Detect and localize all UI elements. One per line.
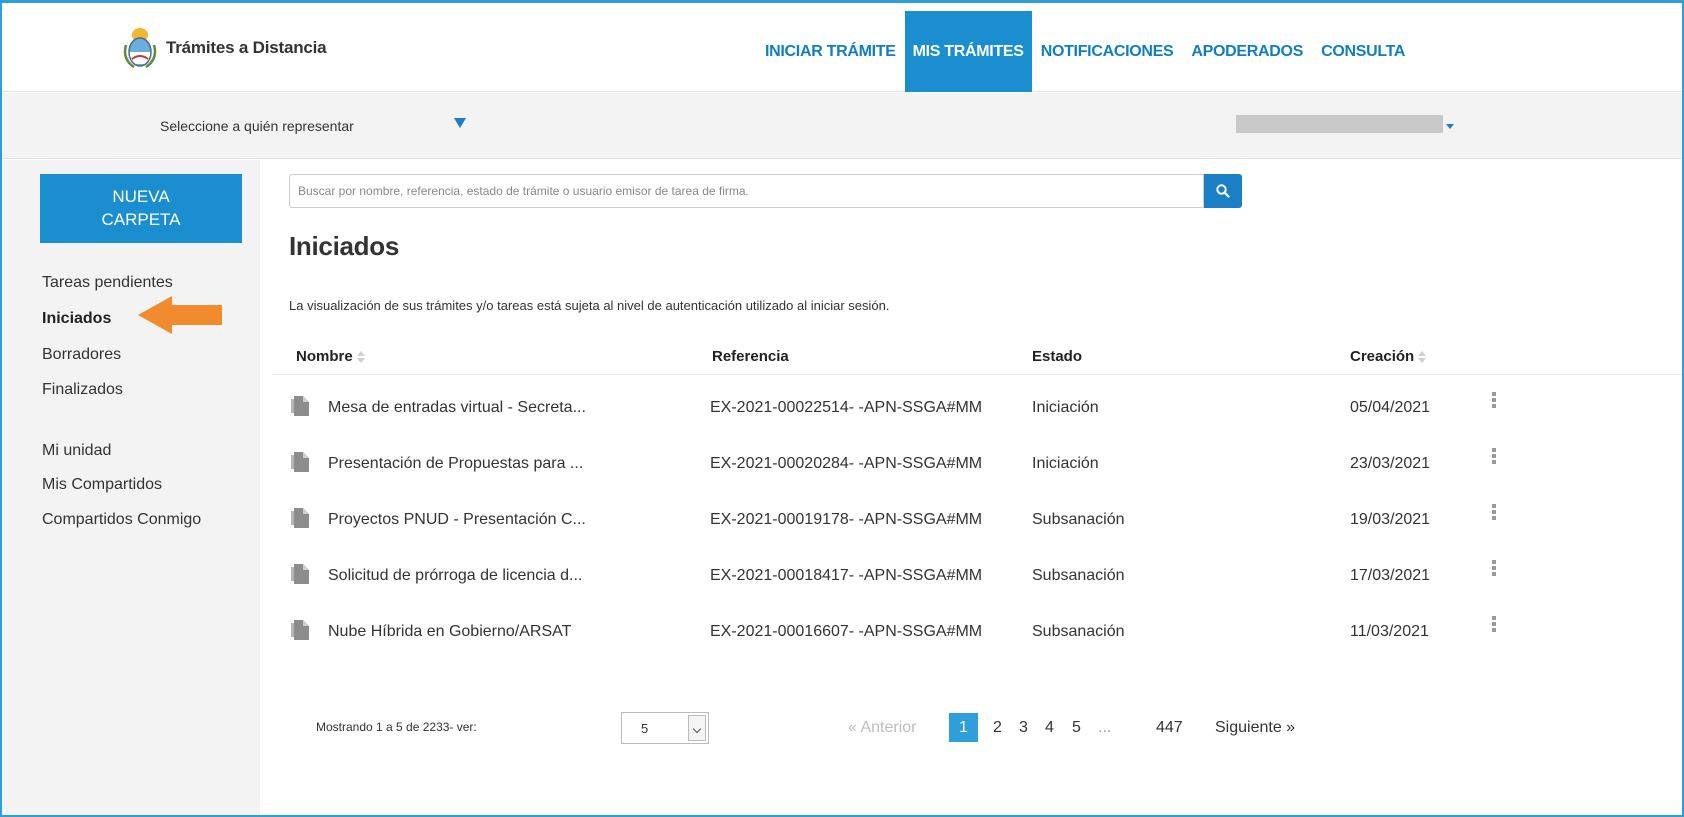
pagination-page-4[interactable]: 4 bbox=[1045, 719, 1054, 737]
pagination-page-5[interactable]: 5 bbox=[1072, 719, 1081, 737]
sidebar-item-finalizados[interactable]: Finalizados bbox=[42, 381, 123, 399]
nav-mis-tramites[interactable]: MIS TRÁMITES bbox=[904, 11, 1032, 92]
cell-referencia: EX-2021-00019178- -APN-SSGA#MM bbox=[710, 511, 983, 528]
pagination-page-2[interactable]: 2 bbox=[993, 719, 1002, 737]
nav-notificaciones[interactable]: NOTIFICACIONES bbox=[1032, 11, 1183, 92]
new-folder-button[interactable]: NUEVA CARPETA bbox=[40, 174, 242, 243]
column-header-referencia-label: Referencia bbox=[712, 348, 789, 365]
sidebar-item-iniciados[interactable]: Iniciados bbox=[42, 310, 111, 328]
search-input[interactable]: Buscar por nombre, referencia, estado de… bbox=[289, 174, 1204, 208]
sidebar-item-compartidos-conmigo[interactable]: Compartidos Conmigo bbox=[42, 511, 201, 529]
column-header-creacion[interactable]: Creación bbox=[1350, 348, 1427, 365]
row-menu-icon[interactable] bbox=[1489, 392, 1499, 412]
nav-consulta[interactable]: CONSULTA bbox=[1312, 11, 1414, 92]
row-menu-icon[interactable] bbox=[1489, 448, 1499, 468]
page-size-value: 5 bbox=[641, 721, 649, 736]
cell-estado: Iniciación bbox=[1032, 455, 1099, 472]
row-menu-icon[interactable] bbox=[1489, 616, 1499, 636]
column-header-nombre[interactable]: Nombre bbox=[296, 348, 365, 365]
document-icon bbox=[291, 564, 309, 584]
cell-nombre[interactable]: Solicitud de prórroga de licencia d... bbox=[328, 567, 582, 585]
column-header-estado-label: Estado bbox=[1032, 348, 1083, 365]
sidebar-item-tareas-pendientes[interactable]: Tareas pendientes bbox=[42, 274, 173, 292]
nav-apoderados[interactable]: APODERADOS bbox=[1182, 11, 1312, 92]
table-row[interactable]: Proyectos PNUD - Presentación C... EX-20… bbox=[272, 498, 1682, 554]
brand-name: Trámites a Distancia bbox=[166, 38, 327, 57]
coat-of-arms-icon bbox=[123, 28, 157, 69]
row-menu-icon[interactable] bbox=[1489, 560, 1499, 580]
column-header-estado: Estado bbox=[1032, 348, 1082, 365]
column-header-referencia: Referencia bbox=[712, 348, 789, 365]
cell-nombre[interactable]: Nube Híbrida en Gobierno/ARSAT bbox=[328, 623, 571, 641]
user-name-redacted[interactable] bbox=[1236, 115, 1443, 133]
document-icon bbox=[291, 452, 309, 472]
top-navbar: Trámites a Distancia INICIAR TRÁMITE MIS… bbox=[2, 3, 1682, 92]
cell-referencia: EX-2021-00018417- -APN-SSGA#MM bbox=[710, 567, 983, 584]
cell-estado: Subsanación bbox=[1032, 567, 1125, 584]
cell-creacion: 11/03/2021 bbox=[1350, 623, 1429, 640]
document-icon bbox=[291, 508, 309, 528]
pagination-prev: « Anterior bbox=[848, 719, 917, 736]
page-size-select[interactable]: 5 bbox=[621, 712, 709, 744]
column-header-creacion-label: Creación bbox=[1350, 348, 1415, 365]
represent-bar: Seleccione a quién representar bbox=[2, 93, 1682, 159]
search-icon bbox=[1216, 184, 1230, 198]
cell-estado: Subsanación bbox=[1032, 623, 1125, 640]
sidebar: NUEVA CARPETA Tareas pendientes Iniciado… bbox=[2, 160, 260, 815]
sort-icon[interactable] bbox=[356, 350, 365, 363]
cell-creacion: 23/03/2021 bbox=[1350, 455, 1431, 472]
main-nav: INICIAR TRÁMITE MIS TRÁMITES NOTIFICACIO… bbox=[756, 11, 1414, 92]
cell-referencia: EX-2021-00016607- -APN-SSGA#MM bbox=[710, 623, 983, 640]
search-button[interactable] bbox=[1204, 174, 1242, 208]
pagination-page-1[interactable]: 1 bbox=[949, 713, 978, 742]
cell-estado: Iniciación bbox=[1032, 399, 1099, 416]
sort-icon[interactable] bbox=[1418, 350, 1427, 363]
cell-referencia: EX-2021-00022514- -APN-SSGA#MM bbox=[710, 399, 983, 416]
auth-notice: La visualización de sus trámites y/o tar… bbox=[289, 298, 890, 313]
pagination-next[interactable]: Siguiente » bbox=[1215, 719, 1295, 737]
new-folder-label-line2: CARPETA bbox=[101, 210, 181, 229]
app-frame: Trámites a Distancia INICIAR TRÁMITE MIS… bbox=[0, 0, 1684, 817]
orange-arrow-annotation-icon bbox=[138, 296, 222, 334]
cell-creacion: 05/04/2021 bbox=[1350, 399, 1431, 416]
table-row[interactable]: Mesa de entradas virtual - Secreta... EX… bbox=[272, 386, 1682, 442]
cell-creacion: 17/03/2021 bbox=[1350, 567, 1431, 584]
sidebar-item-borradores[interactable]: Borradores bbox=[42, 346, 121, 364]
table-row[interactable]: Solicitud de prórroga de licencia d... E… bbox=[272, 554, 1682, 610]
represent-label[interactable]: Seleccione a quién representar bbox=[160, 118, 354, 134]
pagination-last-page[interactable]: 447 bbox=[1156, 719, 1183, 737]
cell-nombre[interactable]: Mesa de entradas virtual - Secreta... bbox=[328, 399, 586, 417]
represent-dropdown-icon[interactable] bbox=[454, 118, 466, 128]
cell-estado: Subsanación bbox=[1032, 511, 1125, 528]
cell-creacion: 19/03/2021 bbox=[1350, 511, 1431, 528]
user-menu-caret-icon[interactable] bbox=[1446, 124, 1454, 129]
sidebar-item-mi-unidad[interactable]: Mi unidad bbox=[42, 442, 111, 460]
cell-nombre[interactable]: Presentación de Propuestas para ... bbox=[328, 455, 583, 473]
table-row[interactable]: Presentación de Propuestas para ... EX-2… bbox=[272, 442, 1682, 498]
chevron-down-icon[interactable] bbox=[688, 715, 706, 741]
showing-count: Mostrando 1 a 5 de 2233- ver: bbox=[316, 720, 477, 734]
cell-nombre[interactable]: Proyectos PNUD - Presentación C... bbox=[328, 511, 586, 529]
table-row[interactable]: Nube Híbrida en Gobierno/ARSAT EX-2021-0… bbox=[272, 610, 1682, 666]
brand[interactable]: Trámites a Distancia bbox=[120, 25, 327, 71]
page-title: Iniciados bbox=[289, 231, 399, 261]
pagination-page-3[interactable]: 3 bbox=[1019, 719, 1028, 737]
cell-referencia: EX-2021-00020284- -APN-SSGA#MM bbox=[710, 455, 983, 472]
document-icon bbox=[291, 396, 309, 416]
sidebar-item-mis-compartidos[interactable]: Mis Compartidos bbox=[42, 476, 162, 494]
nav-iniciar-tramite[interactable]: INICIAR TRÁMITE bbox=[756, 11, 905, 92]
pagination-ellipsis: ... bbox=[1098, 719, 1112, 736]
document-icon bbox=[291, 620, 309, 640]
new-folder-label-line1: NUEVA bbox=[112, 187, 170, 206]
row-menu-icon[interactable] bbox=[1489, 504, 1499, 524]
table-header-divider bbox=[272, 374, 1682, 375]
column-header-nombre-label: Nombre bbox=[296, 348, 353, 365]
